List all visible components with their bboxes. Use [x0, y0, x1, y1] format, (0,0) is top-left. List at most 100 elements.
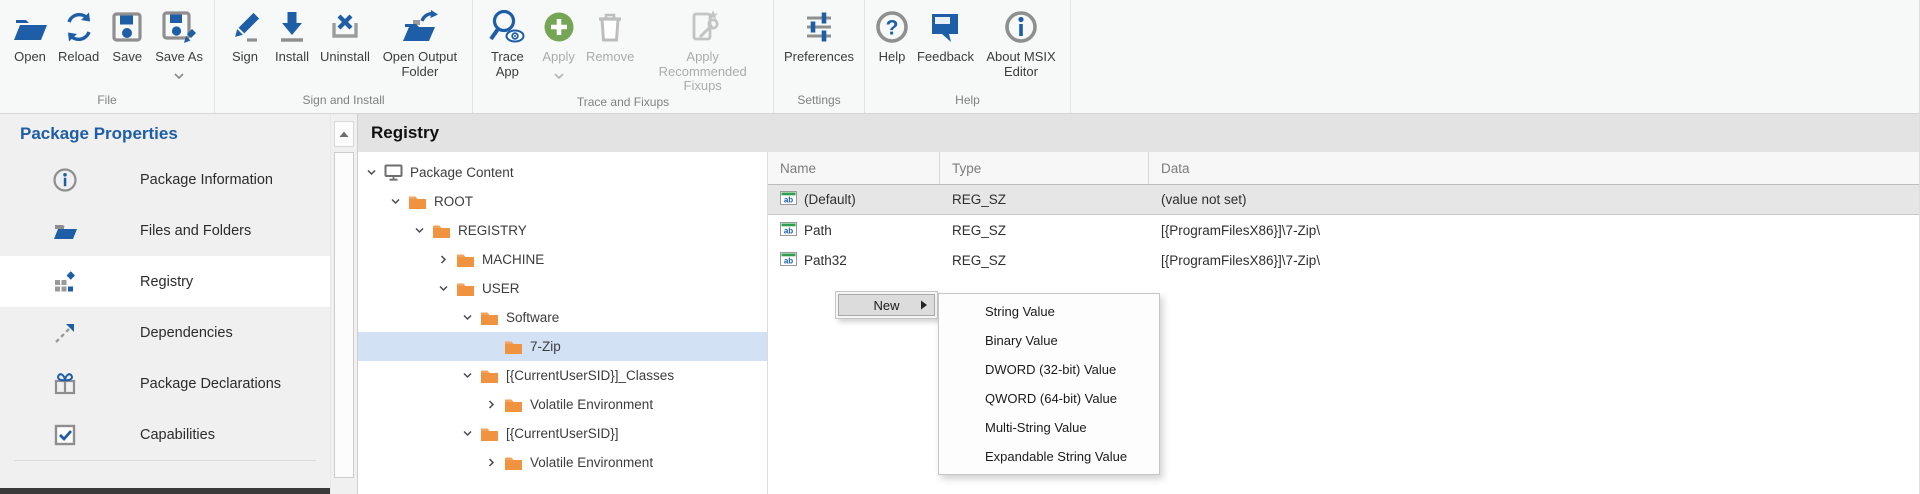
tree-row-volatile-environment-2[interactable]: Volatile Environment [358, 448, 767, 477]
sidebar-bottom-strip [0, 488, 330, 494]
help-question-icon: ? [873, 7, 911, 47]
tree-row-volatile-environment-1[interactable]: Volatile Environment [358, 390, 767, 419]
apply-recommended-fixups-button[interactable]: Apply Recommended Fixups [641, 6, 765, 94]
chevron-down-icon[interactable] [462, 369, 480, 383]
chevron-down-icon[interactable] [414, 224, 432, 238]
tree-expander-spacer [486, 340, 504, 354]
ribbon-group-label-help: Help [865, 92, 1070, 113]
ribbon-group-file: Open Reload Save [0, 0, 215, 113]
save-as-label: Save As [155, 50, 203, 65]
sidebar-item-capabilities[interactable]: Capabilities [0, 409, 330, 460]
sidebar-item-package-declarations[interactable]: Package Declarations [0, 358, 330, 409]
dependencies-arrow-icon [52, 320, 78, 346]
submenu-item-binary-value[interactable]: Binary Value [939, 326, 1159, 355]
sidebar-item-registry[interactable]: Registry [0, 256, 330, 307]
about-msix-editor-button[interactable]: About MSIX Editor [978, 6, 1064, 79]
table-row-path32[interactable]: ab Path32 REG_SZ [{ProgramFilesX86}]\7-Z… [768, 245, 1919, 275]
folder-icon [504, 339, 524, 355]
help-label: Help [879, 50, 906, 65]
tree-row-package-content[interactable]: Package Content [358, 158, 767, 187]
open-button[interactable]: Open [9, 6, 51, 65]
uninstall-label: Uninstall [320, 50, 370, 65]
chevron-down-icon[interactable] [438, 282, 456, 296]
column-header-type[interactable]: Type [939, 152, 1148, 184]
uninstall-button[interactable]: Uninstall [318, 6, 372, 65]
open-output-folder-label: Open Output Folder [379, 50, 461, 79]
remove-trash-icon [591, 7, 629, 47]
tree-label: 7-Zip [530, 339, 561, 354]
package-properties-sidebar: Package Properties Package Information F… [0, 114, 330, 494]
tree-label: USER [482, 281, 520, 296]
tree-row-machine[interactable]: MACHINE [358, 245, 767, 274]
sidebar-divider [14, 460, 316, 461]
value-data: [{ProgramFilesX86}]\7-Zip\ [1148, 253, 1919, 268]
trace-app-button[interactable]: Trace App [481, 6, 533, 79]
sign-label: Sign [232, 50, 258, 65]
sidebar-item-label: Dependencies [140, 325, 233, 341]
chevron-down-icon[interactable] [462, 427, 480, 441]
sidebar-item-label: Package Declarations [140, 376, 281, 392]
sidebar-item-files-and-folders[interactable]: Files and Folders [0, 205, 330, 256]
sidebar-item-dependencies[interactable]: Dependencies [0, 307, 330, 358]
files-folders-icon [52, 218, 78, 244]
ribbon-group-label-settings: Settings [774, 92, 864, 113]
column-header-name[interactable]: Name [768, 152, 939, 184]
feedback-button[interactable]: Feedback [915, 6, 976, 65]
apply-dropdown-chevron-icon[interactable] [554, 67, 564, 82]
tree-row-root[interactable]: ROOT [358, 187, 767, 216]
folder-icon [456, 252, 476, 268]
install-label: Install [275, 50, 309, 65]
remove-button[interactable]: Remove [584, 6, 636, 65]
reload-button[interactable]: Reload [56, 6, 101, 65]
string-value-icon: ab [780, 252, 797, 269]
chevron-right-icon[interactable] [438, 253, 456, 267]
apply-button[interactable]: Apply [538, 6, 580, 82]
tree-label: [{CurrentUserSID}] [506, 426, 619, 441]
chevron-down-icon[interactable] [462, 311, 480, 325]
save-as-button[interactable]: Save As [153, 6, 205, 82]
chevron-right-icon[interactable] [486, 456, 504, 470]
submenu-item-qword-value[interactable]: QWORD (64-bit) Value [939, 384, 1159, 413]
column-header-data[interactable]: Data [1148, 152, 1919, 184]
table-row-default[interactable]: ab (Default) REG_SZ (value not set) [768, 185, 1919, 215]
chevron-right-icon[interactable] [486, 398, 504, 412]
sidebar-scrollbar[interactable] [330, 114, 357, 494]
scrollbar-thumb[interactable] [334, 152, 354, 478]
save-as-dropdown-chevron-icon[interactable] [174, 67, 184, 82]
tree-row-registry[interactable]: REGISTRY [358, 216, 767, 245]
submenu-item-dword-value[interactable]: DWORD (32-bit) Value [939, 355, 1159, 384]
save-button[interactable]: Save [106, 6, 148, 65]
context-submenu: String Value Binary Value DWORD (32-bit)… [938, 293, 1160, 475]
open-output-folder-button[interactable]: Open Output Folder [377, 6, 463, 79]
install-button[interactable]: Install [271, 6, 313, 65]
help-button[interactable]: ? Help [871, 6, 913, 65]
chevron-down-icon[interactable] [390, 195, 408, 209]
chevron-down-icon[interactable] [366, 166, 384, 180]
sidebar-title: Package Properties [0, 114, 330, 154]
tree-row-7-zip[interactable]: 7-Zip [358, 332, 767, 361]
tree-label: Software [506, 310, 559, 325]
submenu-item-expandable-string-value[interactable]: Expandable String Value [939, 442, 1159, 471]
fixups-icon [684, 7, 722, 47]
preferences-button[interactable]: Preferences [782, 6, 856, 65]
scrollbar-up-arrow-icon[interactable] [334, 121, 354, 147]
context-menu-item-new[interactable]: New [838, 294, 935, 316]
gift-box-icon [52, 371, 78, 397]
apply-recommended-fixups-label: Apply Recommended Fixups [643, 50, 763, 94]
apply-label: Apply [542, 50, 575, 65]
table-row-path[interactable]: ab Path REG_SZ [{ProgramFilesX86}]\7-Zip… [768, 215, 1919, 245]
tree-row-currentusersid-classes[interactable]: [{CurrentUserSID}]_Classes [358, 361, 767, 390]
tree-row-currentusersid[interactable]: [{CurrentUserSID}] [358, 419, 767, 448]
checkbox-check-icon [52, 422, 78, 448]
sidebar-item-package-information[interactable]: Package Information [0, 154, 330, 205]
ribbon-toolbar: Open Reload Save [0, 0, 1919, 114]
open-folder-icon [11, 7, 49, 47]
sign-button[interactable]: Sign [224, 6, 266, 65]
folder-icon [432, 223, 452, 239]
folder-icon [480, 426, 500, 442]
tree-row-software[interactable]: Software [358, 303, 767, 332]
submenu-item-multi-string-value[interactable]: Multi-String Value [939, 413, 1159, 442]
tree-row-user[interactable]: USER [358, 274, 767, 303]
msix-editor-window: Open Reload Save [0, 0, 1920, 494]
submenu-item-string-value[interactable]: String Value [939, 297, 1159, 326]
